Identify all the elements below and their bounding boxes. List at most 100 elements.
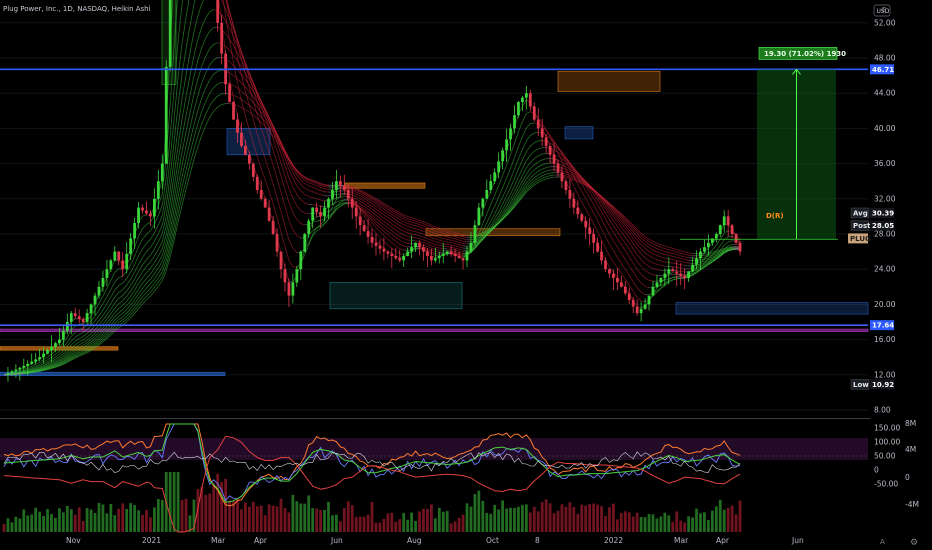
candle-body <box>263 198 267 208</box>
volume-bar <box>244 502 247 532</box>
volume-bar <box>14 516 18 532</box>
candle-body <box>528 93 532 107</box>
volume-bar <box>710 510 714 532</box>
volume-bar <box>386 513 390 532</box>
volume-bar <box>73 514 77 532</box>
candle-body <box>236 119 239 133</box>
candle-body <box>61 330 65 340</box>
candle-body <box>22 366 26 368</box>
volume-bar <box>137 510 140 532</box>
candle-body <box>544 137 548 146</box>
volume-bar <box>358 516 362 532</box>
volume-bar <box>619 513 623 532</box>
volume-bar <box>10 522 14 532</box>
candle-body <box>342 185 346 190</box>
candle-body <box>627 293 631 300</box>
time-tick-label: Nov <box>66 536 81 545</box>
candle-body <box>489 181 493 190</box>
volume-bar <box>263 515 267 532</box>
candle-body <box>683 275 687 278</box>
volume-bar <box>457 517 461 532</box>
candle-body <box>619 282 623 287</box>
price-tick-label: 48.00 <box>874 54 896 63</box>
volume-bar <box>651 514 655 532</box>
volume-bar <box>279 498 283 532</box>
volume-bar <box>564 506 568 532</box>
volume-bar <box>481 500 485 532</box>
price-tag-value: 10.92 <box>872 381 894 389</box>
volume-bar <box>730 505 734 532</box>
volume-bar <box>18 518 22 532</box>
candle-body <box>160 163 164 182</box>
ma-ribbon-segment <box>672 276 677 279</box>
volume-bar <box>532 506 536 532</box>
volume-bar <box>156 499 160 532</box>
candle-body <box>469 242 473 252</box>
candle-body <box>370 236 374 243</box>
volume-bar <box>584 505 588 532</box>
volume-bar <box>718 499 722 532</box>
volume-bar <box>109 503 113 532</box>
auto-scale-button[interactable]: A <box>880 538 885 546</box>
candle-body <box>101 278 105 287</box>
candle-body <box>600 251 603 261</box>
volume-bar <box>362 516 366 532</box>
candle-body <box>437 256 441 259</box>
candle-body <box>358 216 362 226</box>
candle-body <box>687 271 690 278</box>
volume-bar <box>287 512 291 532</box>
candle-body <box>564 181 568 190</box>
zone-box <box>329 282 463 310</box>
volume-bar <box>204 494 208 532</box>
gear-icon[interactable]: ⚙ <box>910 538 918 548</box>
volume-bar <box>58 508 61 532</box>
candle-body <box>141 207 144 211</box>
volume-bar <box>497 509 501 532</box>
zone-box <box>344 182 426 189</box>
ma-ribbon-segment <box>684 262 689 264</box>
volume-bar <box>184 498 188 532</box>
candle-body <box>441 253 445 256</box>
candle-body <box>117 251 121 261</box>
volume-bar <box>592 503 596 532</box>
volume-bar <box>121 503 125 532</box>
candle-body <box>465 251 469 261</box>
price-tag-label: Low <box>853 381 869 389</box>
volume-bar <box>149 517 152 532</box>
candle-body <box>734 234 738 243</box>
volume-bar <box>521 504 524 532</box>
volume-bar <box>125 509 129 532</box>
candle-body <box>517 102 520 116</box>
candle-body <box>714 234 718 239</box>
volume-bar <box>327 501 330 532</box>
volume-bar <box>604 516 607 532</box>
candle-body <box>580 214 584 221</box>
candle-body <box>18 367 22 370</box>
time-tick-label: Jun <box>791 536 804 545</box>
osc-tick-label: 100.00 <box>874 438 900 447</box>
volume-bar <box>338 521 342 532</box>
time-tick-label: Mar <box>211 536 226 545</box>
time-tick-label: Jun <box>330 536 343 545</box>
candle-body <box>481 198 485 208</box>
menu-icon[interactable]: E <box>882 6 886 14</box>
volume-bar <box>77 507 81 532</box>
chart-canvas[interactable]: 19.30 (71.02%) 1930 D(R) 72.0068.0064.00… <box>0 0 932 550</box>
volume-bar <box>354 516 358 532</box>
zone-box <box>557 70 661 92</box>
volume-bar <box>26 515 30 532</box>
volume-bar <box>501 500 504 532</box>
candle-body <box>279 251 283 270</box>
candle-body <box>576 207 580 215</box>
volume-bar <box>509 507 512 532</box>
volume-bar <box>65 505 69 532</box>
price-tick-label: 32.00 <box>874 194 896 203</box>
volume-bar <box>433 518 437 532</box>
volume-bar <box>46 509 49 532</box>
ma-ribbon-segment <box>672 266 677 268</box>
candle-body <box>50 346 53 351</box>
volume-bar <box>418 511 421 532</box>
candle-body <box>501 150 504 162</box>
volume-bar <box>707 520 710 532</box>
osc-tick-label: -50.00 <box>874 480 898 489</box>
